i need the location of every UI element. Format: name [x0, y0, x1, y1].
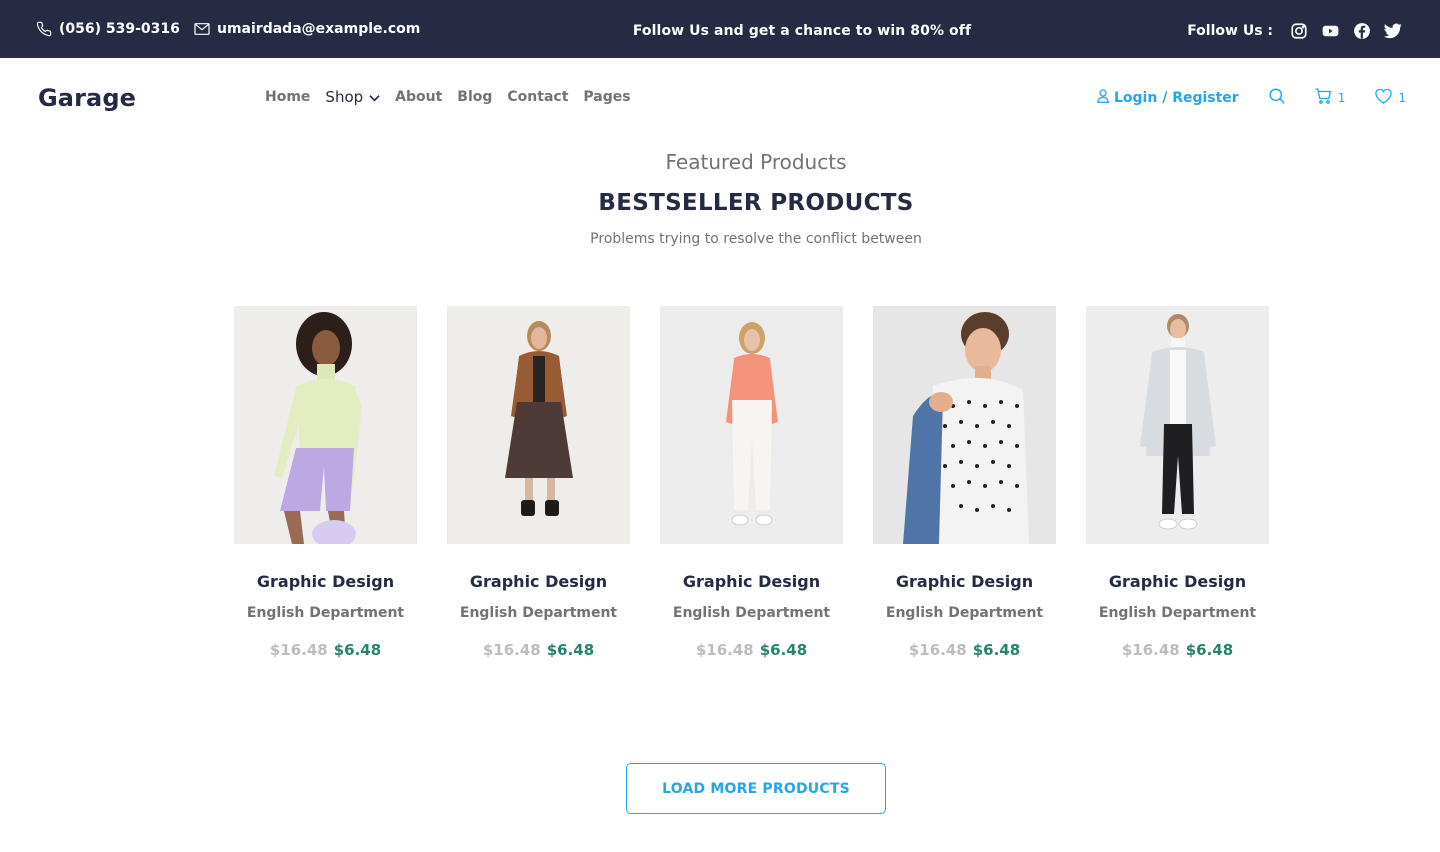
- product-image[interactable]: [447, 306, 630, 544]
- twitter-icon[interactable]: [1384, 23, 1402, 39]
- nav-pages[interactable]: Pages: [583, 89, 630, 105]
- nav-blog[interactable]: Blog: [457, 89, 492, 105]
- login-register-label: Login / Register: [1114, 89, 1239, 106]
- product-grid: Graphic Design English Department $16.48…: [234, 306, 1269, 659]
- chevron-down-icon: [363, 88, 380, 106]
- header-actions: Login / Register 1 1: [1097, 88, 1406, 107]
- section-subtitle: Problems trying to resolve the conflict …: [590, 231, 922, 247]
- original-price: $16.48: [482, 641, 541, 659]
- load-more-button[interactable]: LOAD MORE PRODUCTS: [626, 763, 886, 814]
- original-price: $16.48: [908, 641, 967, 659]
- product-image[interactable]: [1086, 306, 1269, 544]
- heart-icon: [1375, 88, 1393, 107]
- search-icon: [1269, 88, 1285, 107]
- site-logo[interactable]: Garage: [38, 84, 136, 112]
- product-card[interactable]: Graphic Design English Department $16.48…: [873, 306, 1056, 659]
- featured-heading: Featured Products: [665, 150, 847, 174]
- product-prices: $16.48 $6.48: [660, 641, 843, 659]
- product-department: English Department: [1098, 605, 1257, 621]
- sale-price: $6.48: [546, 641, 595, 659]
- product-card[interactable]: Graphic Design English Department $16.48…: [1086, 306, 1269, 659]
- product-prices: $16.48 $6.48: [234, 641, 417, 659]
- product-image[interactable]: [234, 306, 417, 544]
- nav-home[interactable]: Home: [265, 89, 310, 105]
- product-title[interactable]: Graphic Design: [447, 572, 630, 591]
- wishlist-count: 1: [1398, 90, 1406, 105]
- nav-contact[interactable]: Contact: [507, 89, 568, 105]
- wishlist-button[interactable]: 1: [1375, 88, 1406, 107]
- original-price: $16.48: [695, 641, 754, 659]
- product-department: English Department: [885, 605, 1044, 621]
- search-button[interactable]: [1269, 88, 1285, 107]
- original-price: $16.48: [269, 641, 328, 659]
- product-department: English Department: [246, 605, 405, 621]
- cart-count: 1: [1337, 90, 1346, 105]
- original-price: $16.48: [1121, 641, 1180, 659]
- nav-shop-label: Shop: [325, 88, 364, 106]
- user-icon: [1097, 88, 1109, 107]
- product-prices: $16.48 $6.48: [1086, 641, 1269, 659]
- product-prices: $16.48 $6.48: [447, 641, 630, 659]
- product-title[interactable]: Graphic Design: [234, 572, 417, 591]
- product-title[interactable]: Graphic Design: [660, 572, 843, 591]
- youtube-icon[interactable]: [1321, 22, 1340, 40]
- product-card[interactable]: Graphic Design English Department $16.48…: [660, 306, 843, 659]
- instagram-icon[interactable]: [1290, 22, 1308, 40]
- top-bar: (056) 539-0316 umairdada@example.com Fol…: [0, 0, 1440, 58]
- sale-price: $6.48: [972, 641, 1021, 659]
- product-department: English Department: [672, 605, 831, 621]
- product-prices: $16.48 $6.48: [873, 641, 1056, 659]
- sale-price: $6.48: [333, 641, 382, 659]
- login-register-link[interactable]: Login / Register: [1097, 88, 1239, 107]
- main-nav: Home Shop About Blog Contact Pages: [265, 88, 646, 106]
- product-card[interactable]: Graphic Design English Department $16.48…: [447, 306, 630, 659]
- sale-price: $6.48: [759, 641, 808, 659]
- product-title[interactable]: Graphic Design: [1086, 572, 1269, 591]
- nav-shop[interactable]: Shop: [325, 88, 380, 106]
- product-card[interactable]: Graphic Design English Department $16.48…: [234, 306, 417, 659]
- sale-price: $6.48: [1185, 641, 1234, 659]
- facebook-icon[interactable]: [1353, 22, 1371, 40]
- social-follow: Follow Us :: [1187, 0, 1402, 62]
- product-title[interactable]: Graphic Design: [873, 572, 1056, 591]
- nav-about[interactable]: About: [395, 89, 442, 105]
- cart-button[interactable]: 1: [1315, 88, 1346, 107]
- follow-label: Follow Us :: [1187, 23, 1273, 39]
- cart-icon: [1315, 88, 1332, 107]
- product-image[interactable]: [660, 306, 843, 544]
- product-department: English Department: [459, 605, 618, 621]
- product-image[interactable]: [873, 306, 1056, 544]
- section-title: BESTSELLER PRODUCTS: [598, 190, 914, 216]
